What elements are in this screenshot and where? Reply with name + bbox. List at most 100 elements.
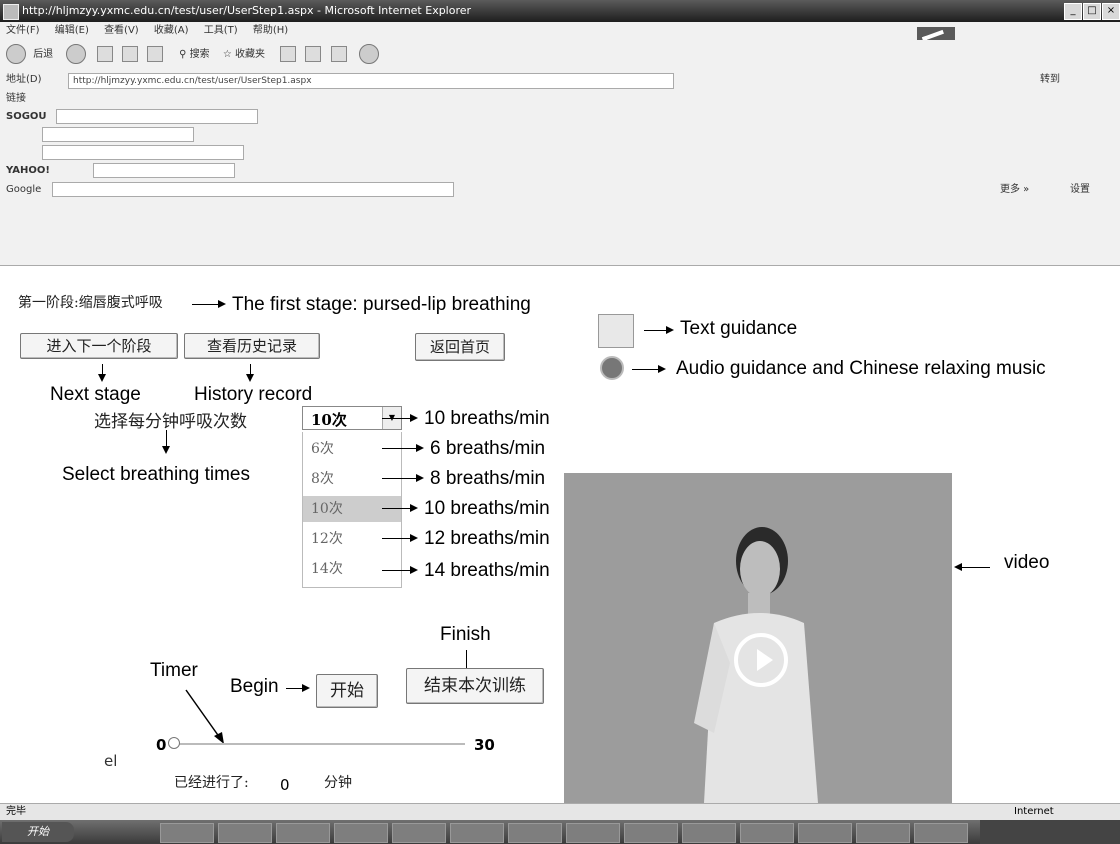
- mail-icon[interactable]: [305, 46, 322, 62]
- breathing-options: 6次 8次 10次 12次 14次: [302, 432, 402, 588]
- google-search-input[interactable]: [52, 181, 455, 197]
- annot-begin: Begin: [230, 676, 279, 697]
- arrow-opt-12: [382, 534, 418, 542]
- address-input[interactable]: http://hljmzyy.yxmc.edu.cn/test/user/Use…: [68, 73, 674, 89]
- arrow-opt-10: [382, 504, 418, 512]
- arrow-select: [162, 430, 170, 454]
- go-button[interactable]: 转到: [1040, 70, 1060, 90]
- annot-timer: Timer: [150, 660, 198, 681]
- option-8[interactable]: 8次: [303, 466, 401, 492]
- task-button[interactable]: [218, 823, 272, 843]
- arrow-begin: [286, 684, 310, 692]
- task-button[interactable]: [740, 823, 794, 843]
- search-label[interactable]: 搜索: [190, 49, 210, 60]
- google-settings[interactable]: 设置: [1070, 180, 1090, 200]
- task-button[interactable]: [334, 823, 388, 843]
- home-icon[interactable]: [146, 46, 163, 62]
- task-button[interactable]: [856, 823, 910, 843]
- links-bar: 链接: [0, 90, 1120, 109]
- timer-slider-track[interactable]: [175, 743, 465, 745]
- menu-edit[interactable]: 编辑(E): [55, 25, 89, 36]
- annot-opt-10: 10 breaths/min: [424, 498, 550, 519]
- timer-slider-knob[interactable]: [168, 737, 180, 749]
- annot-opt-8: 8 breaths/min: [430, 468, 546, 489]
- ie-logo-icon: [3, 4, 19, 20]
- task-button[interactable]: [276, 823, 330, 843]
- menu-help[interactable]: 帮助(H): [253, 25, 288, 36]
- task-button[interactable]: [508, 823, 562, 843]
- window-title: http://hljmzyy.yxmc.edu.cn/test/user/Use…: [22, 4, 472, 17]
- task-button[interactable]: [798, 823, 852, 843]
- address-label: 地址(D): [6, 74, 42, 85]
- annot-opt-6: 6 breaths/min: [430, 438, 546, 459]
- maximize-button[interactable]: □: [1083, 3, 1101, 20]
- close-button[interactable]: ×: [1102, 3, 1120, 20]
- video-player[interactable]: [564, 473, 952, 803]
- annot-opt-current: 10 breaths/min: [424, 408, 550, 429]
- history-icon[interactable]: [280, 46, 297, 62]
- yahoo-search-input[interactable]: [93, 162, 236, 178]
- back-icon[interactable]: [6, 44, 26, 64]
- task-button[interactable]: [566, 823, 620, 843]
- start-button[interactable]: 开始: [2, 822, 74, 842]
- sogou-search-input[interactable]: [55, 108, 258, 124]
- speaker-icon[interactable]: [600, 356, 624, 380]
- google-more[interactable]: 更多 »: [1000, 180, 1029, 200]
- elapsed-unit: 分钟: [324, 775, 352, 791]
- annot-first-stage: The first stage: pursed-lip breathing: [232, 294, 531, 315]
- address-bar: 地址(D) http://hljmzyy.yxmc.edu.cn/test/us…: [0, 70, 1120, 91]
- cut-text: el: [104, 752, 118, 770]
- start-button[interactable]: 开始: [316, 674, 378, 708]
- menu-file[interactable]: 文件(F): [6, 25, 40, 36]
- forward-icon[interactable]: [66, 44, 87, 64]
- arrow-history: [246, 364, 254, 382]
- internet-zone: Internet: [1014, 806, 1054, 817]
- arrow-timer: [185, 689, 224, 744]
- option-6[interactable]: 6次: [303, 436, 401, 462]
- refresh-icon[interactable]: [121, 46, 138, 62]
- google-toolbar: Google 更多 » 设置: [0, 180, 1120, 201]
- favorites-icon[interactable]: ☆: [223, 49, 232, 60]
- minimize-button[interactable]: _: [1064, 3, 1082, 20]
- option-14[interactable]: 14次: [303, 556, 401, 582]
- favorites-label[interactable]: 收藏夹: [235, 49, 265, 60]
- taobao-search-input[interactable]: [42, 144, 244, 160]
- task-button[interactable]: [160, 823, 214, 843]
- text-guidance-icon[interactable]: [598, 314, 634, 348]
- taobao-toolbar: [0, 144, 1120, 163]
- menu-tools[interactable]: 工具(T): [204, 25, 238, 36]
- search-icon[interactable]: ⚲: [179, 49, 186, 60]
- menu-view[interactable]: 查看(V): [104, 25, 139, 36]
- arrow-opt-8: [382, 474, 424, 482]
- baidu-search-input[interactable]: [42, 126, 194, 142]
- status-bar: 完毕 Internet: [0, 803, 1120, 821]
- toolbar-filler: [0, 200, 1120, 266]
- task-button[interactable]: [914, 823, 968, 843]
- option-12[interactable]: 12次: [303, 526, 401, 552]
- arrow-video: [954, 563, 990, 571]
- task-button[interactable]: [624, 823, 678, 843]
- option-10[interactable]: 10次: [303, 496, 401, 522]
- window-titlebar: http://hljmzyy.yxmc.edu.cn/test/user/Use…: [0, 0, 1120, 22]
- annot-video: video: [1004, 552, 1050, 573]
- sogou-toolbar: SOGOU: [0, 108, 1120, 127]
- next-stage-button[interactable]: 进入下一个阶段: [20, 333, 178, 359]
- print-icon[interactable]: [330, 46, 347, 62]
- play-icon[interactable]: [734, 633, 788, 687]
- home-button[interactable]: 返回首页: [415, 333, 505, 361]
- stop-icon[interactable]: [96, 46, 113, 62]
- task-button[interactable]: [392, 823, 446, 843]
- menu-favorites[interactable]: 收藏(A): [154, 25, 189, 36]
- history-button[interactable]: 查看历史记录: [184, 333, 320, 359]
- baidu-toolbar: [0, 126, 1120, 145]
- task-button[interactable]: [682, 823, 736, 843]
- end-training-button[interactable]: 结束本次训练: [406, 668, 544, 704]
- messenger-icon[interactable]: [358, 44, 379, 64]
- arrow-opt-14: [382, 566, 418, 574]
- yahoo-logo: YAHOO!: [6, 165, 50, 176]
- back-label[interactable]: 后退: [33, 49, 53, 60]
- annot-opt-12: 12 breaths/min: [424, 528, 550, 549]
- task-button[interactable]: [450, 823, 504, 843]
- arrow-audio: [632, 365, 666, 373]
- arrow-opt-current: [382, 414, 418, 422]
